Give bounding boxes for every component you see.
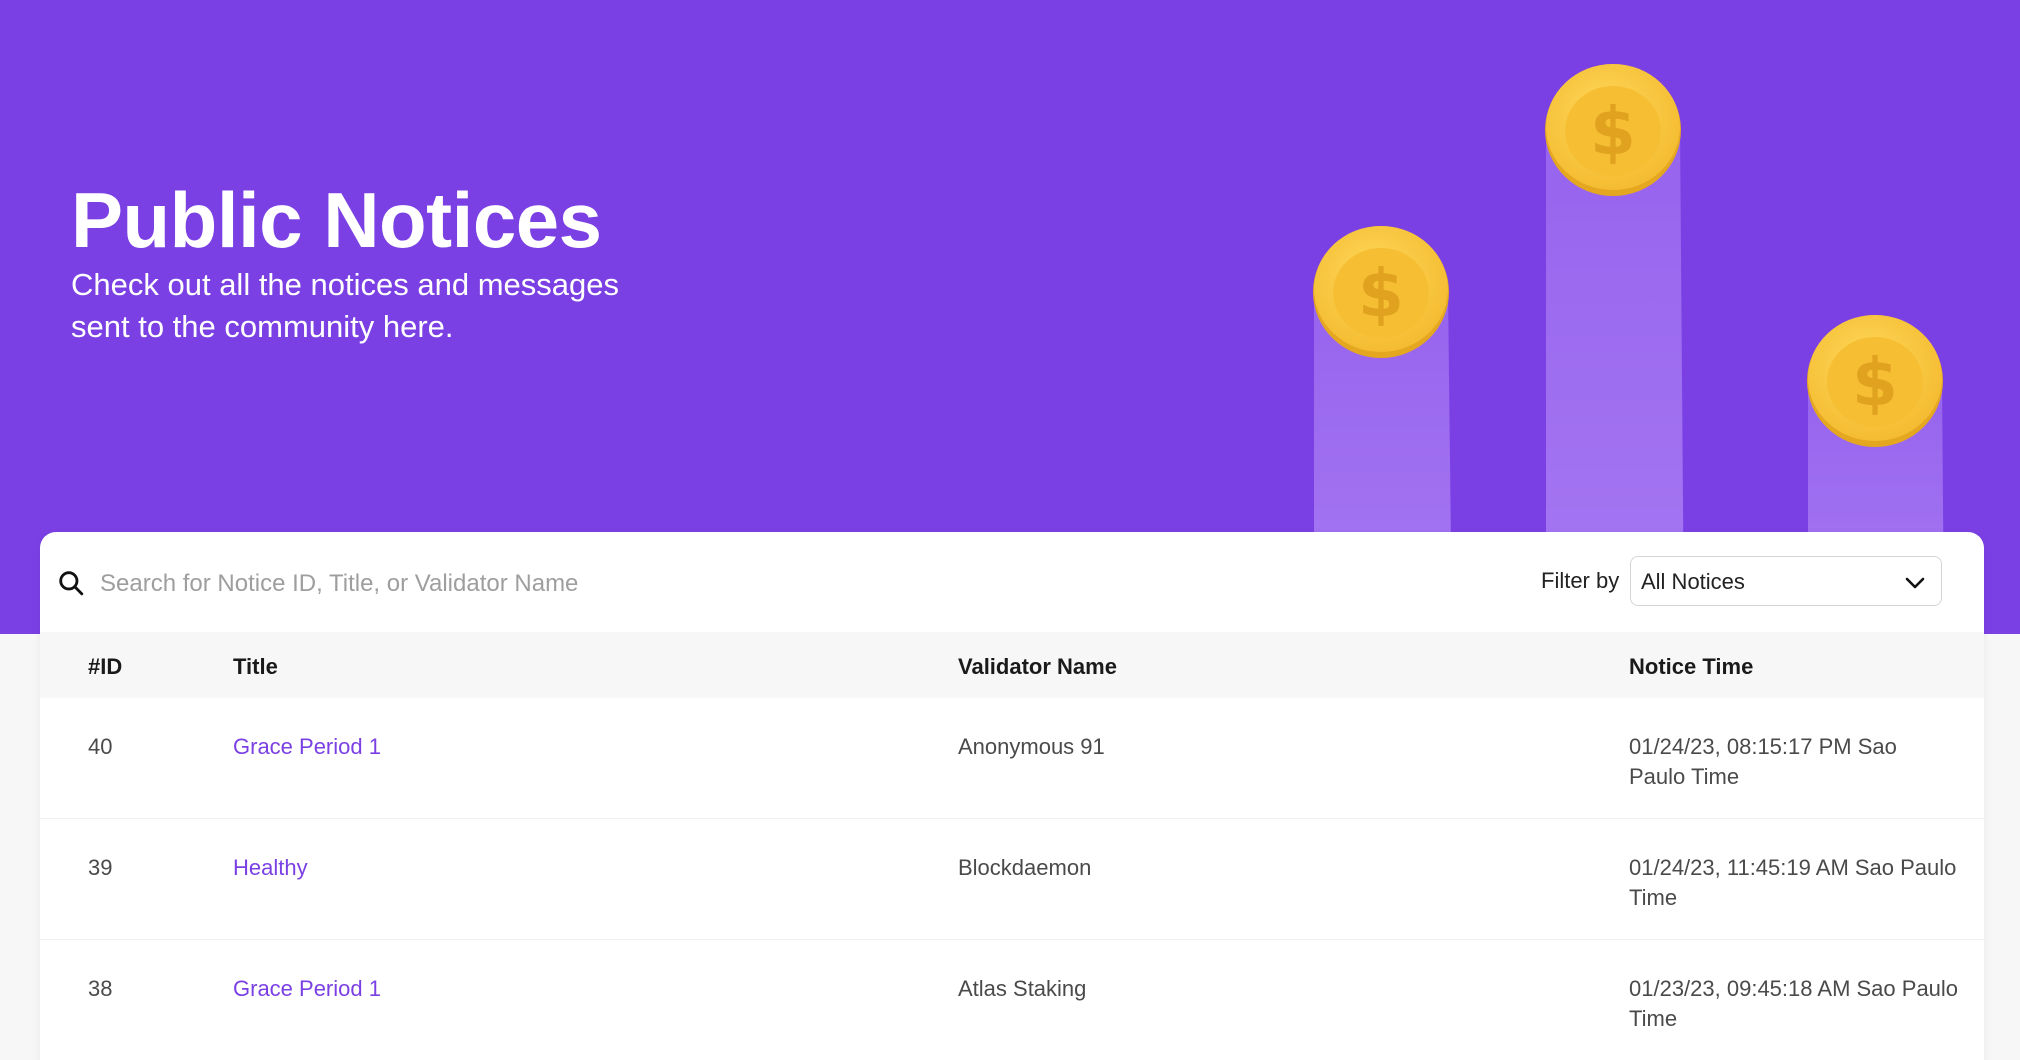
notices-table: #ID Title Validator Name Notice Time 40 … [40,632,1984,1060]
column-header-title: Title [233,654,278,679]
notices-card: Filter by All Notices #ID Title Validato… [40,532,1984,1060]
column-header-validator: Validator Name [958,654,1117,679]
notice-id: 38 [88,976,113,1001]
table-header: #ID Title Validator Name Notice Time [40,632,1984,698]
search-icon [59,571,84,596]
column-header-notice-time: Notice Time [1629,654,1754,679]
notice-title-link[interactable]: Grace Period 1 [233,974,381,1004]
notice-id: 39 [88,855,113,880]
column-header-id: #ID [88,654,123,679]
svg-text:$: $ [1358,255,1404,332]
filter-select[interactable]: All Notices [1630,556,1942,606]
page-subtitle: Check out all the notices and messages s… [71,267,619,344]
notice-title-link[interactable]: Healthy [233,853,308,883]
filter-label: Filter by [1541,568,1620,593]
chevron-down-icon [1905,577,1925,589]
validator-name: Atlas Staking [958,976,1087,1001]
search-input[interactable] [98,562,1002,606]
table-row[interactable]: 39 Healthy Blockdaemon 01/24/23, 11:45:1… [40,819,1984,940]
notice-time: 01/24/23, 11:45:19 AM Sao Paulo Time [1629,855,1957,910]
notice-id: 40 [88,734,113,759]
filter-selected-value: All Notices [1641,569,1745,594]
validator-name: Anonymous 91 [958,734,1105,759]
notice-time: 01/23/23, 09:45:18 AM Sao Paulo Time [1629,976,1959,1031]
svg-text:$: $ [1852,344,1898,421]
svg-text:$: $ [1590,93,1636,170]
notice-time: 01/24/23, 08:15:17 PM Sao Paulo Time [1629,734,1897,789]
table-row[interactable]: 38 Grace Period 1 Atlas Staking 01/23/23… [40,940,1984,1060]
search-bar: Filter by All Notices [40,532,1984,633]
page-title: Public Notices [71,176,602,264]
validator-name: Blockdaemon [958,855,1092,880]
page: $ $ $ Public Notices Check out all the n… [0,0,2020,1060]
notice-title-link[interactable]: Grace Period 1 [233,732,381,762]
table-row[interactable]: 40 Grace Period 1 Anonymous 91 01/24/23,… [40,698,1984,819]
